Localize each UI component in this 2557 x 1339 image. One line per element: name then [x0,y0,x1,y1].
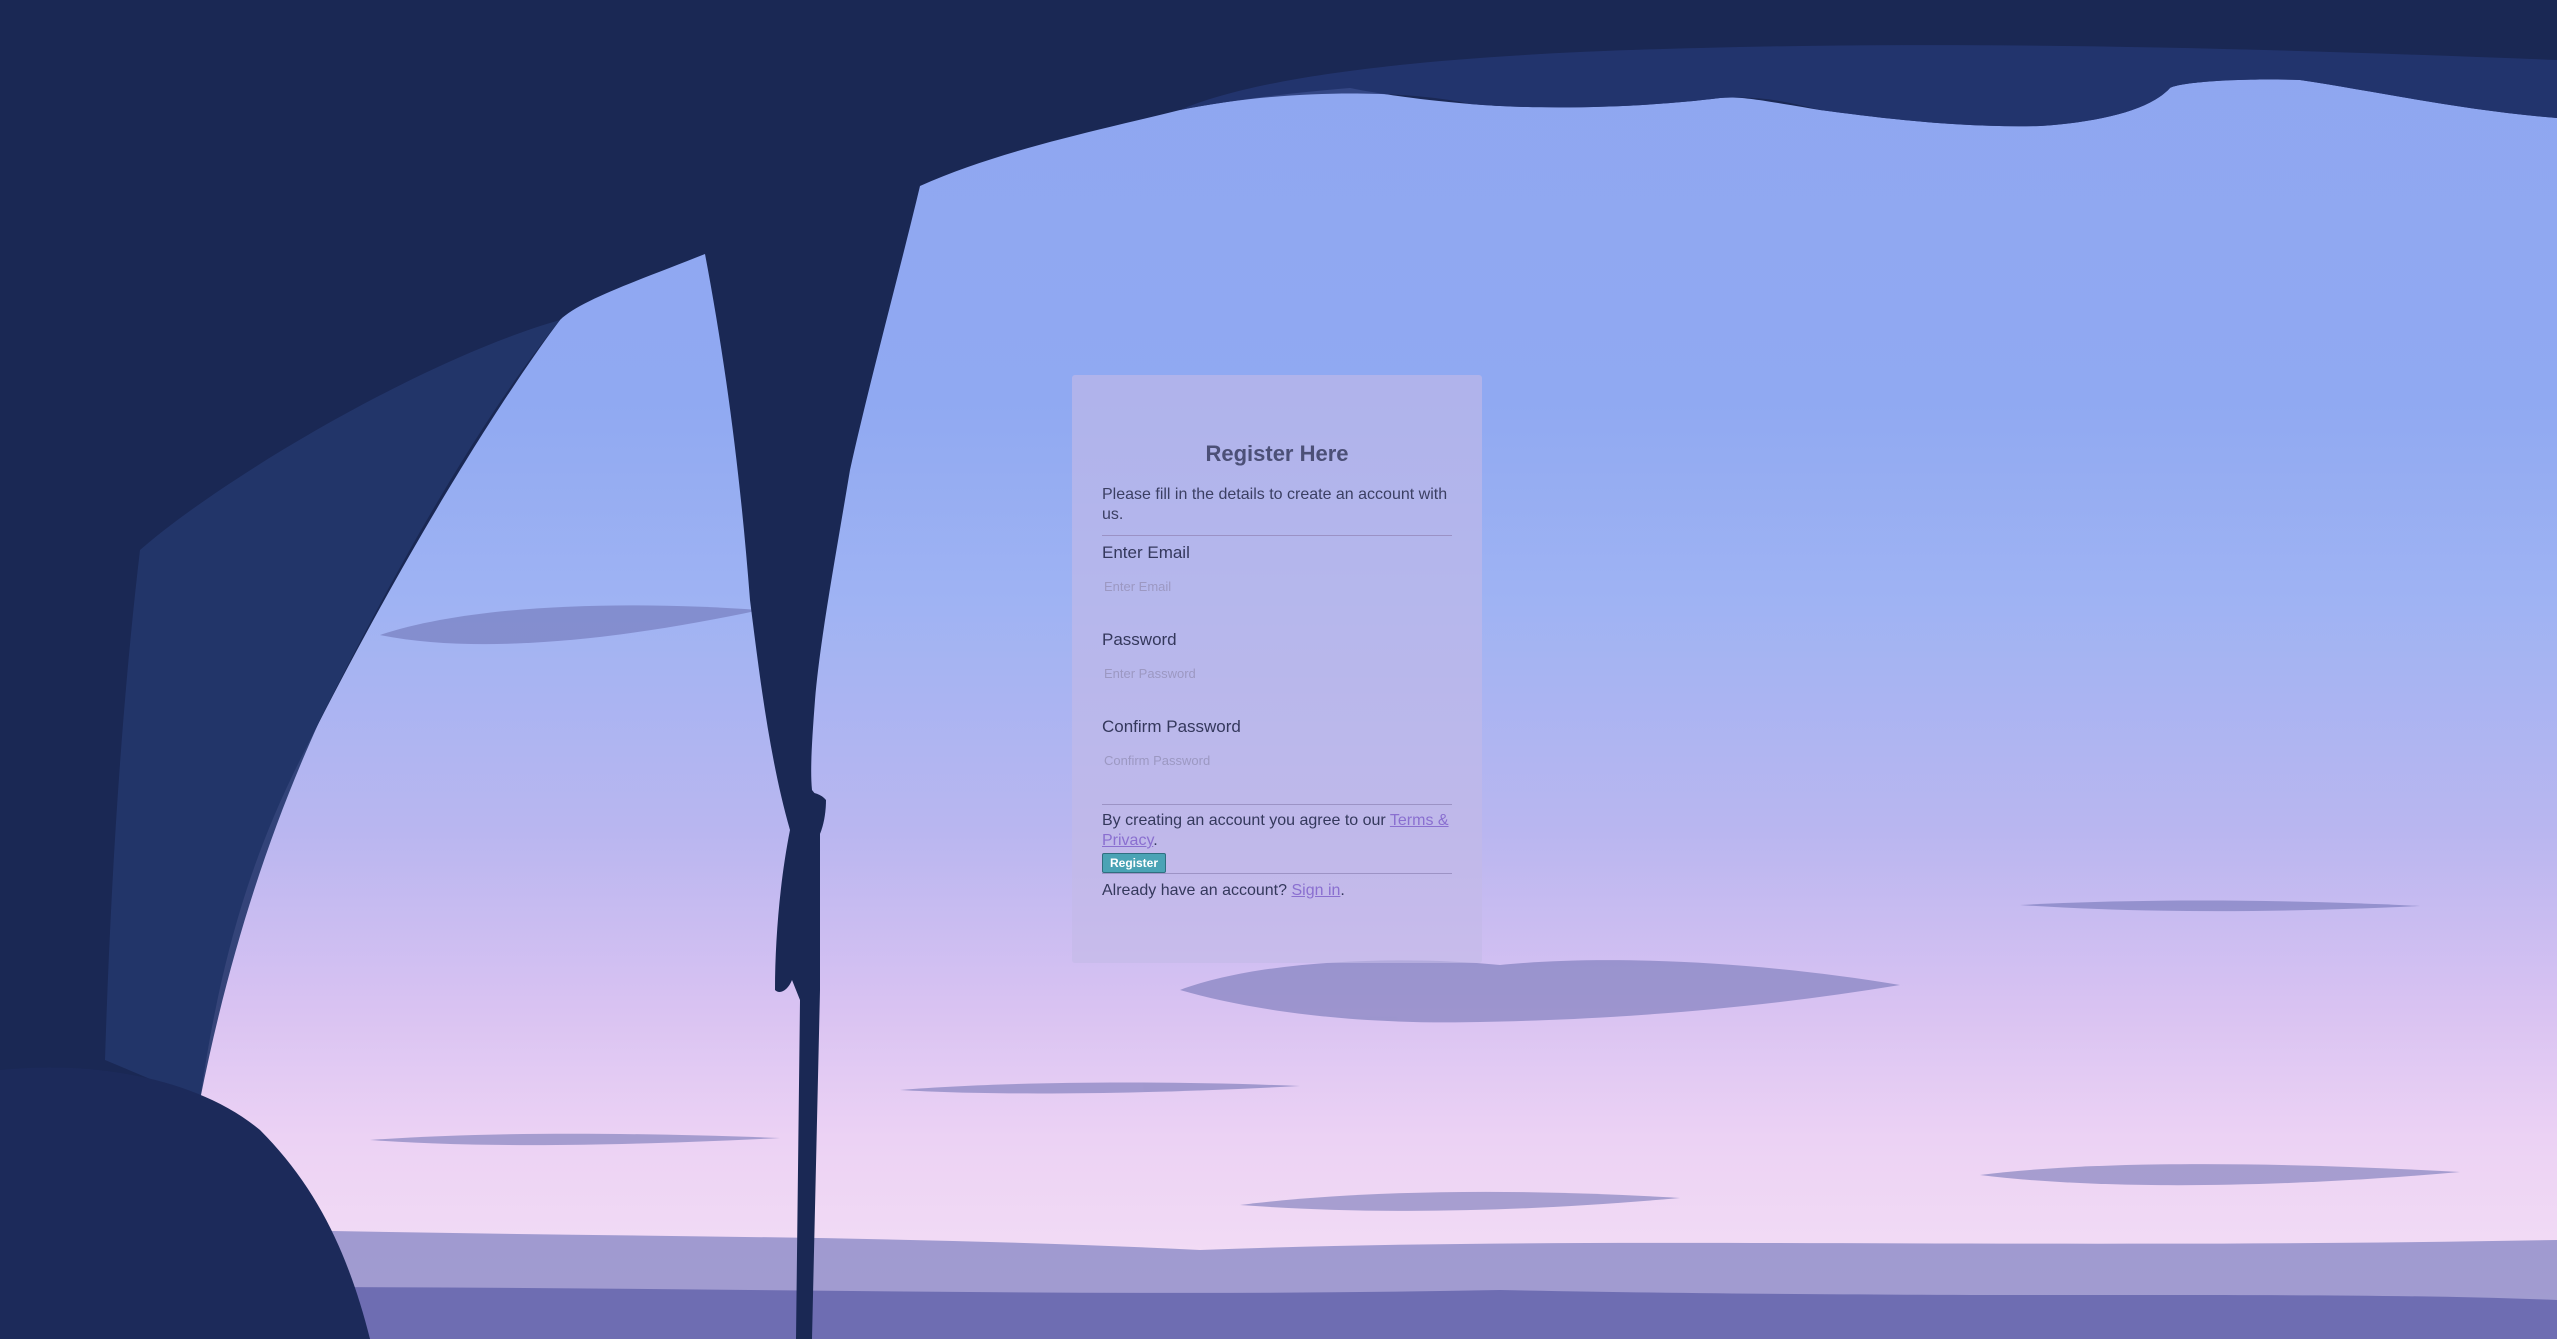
divider [1102,804,1452,805]
confirm-password-label: Confirm Password [1102,717,1241,736]
signin-period: . [1340,882,1345,899]
email-label: Enter Email [1102,543,1190,562]
terms-intro: By creating an account you agree to our [1102,812,1386,829]
password-field[interactable] [1102,662,1452,685]
divider [1102,873,1452,874]
form-intro: Please fill in the details to create an … [1102,486,1448,523]
password-label: Password [1102,630,1177,649]
signin-text: Already have an account? Sign in. [1102,882,1452,900]
register-button[interactable]: Register [1102,853,1167,873]
form-title: Register Here [1205,441,1349,466]
confirm-password-group: Confirm Password [1102,717,1452,772]
signin-prompt: Already have an account? [1102,882,1288,899]
register-form: Register Here Please fill in the details… [1072,375,1482,963]
terms-period: . [1153,832,1158,849]
divider [1102,535,1452,536]
email-group: Enter Email [1102,543,1452,598]
confirm-password-field[interactable] [1102,749,1452,772]
password-group: Password [1102,630,1452,685]
terms-text: By creating an account you agree to our … [1102,811,1452,851]
signin-link[interactable]: Sign in [1291,882,1340,899]
email-field[interactable] [1102,575,1452,598]
